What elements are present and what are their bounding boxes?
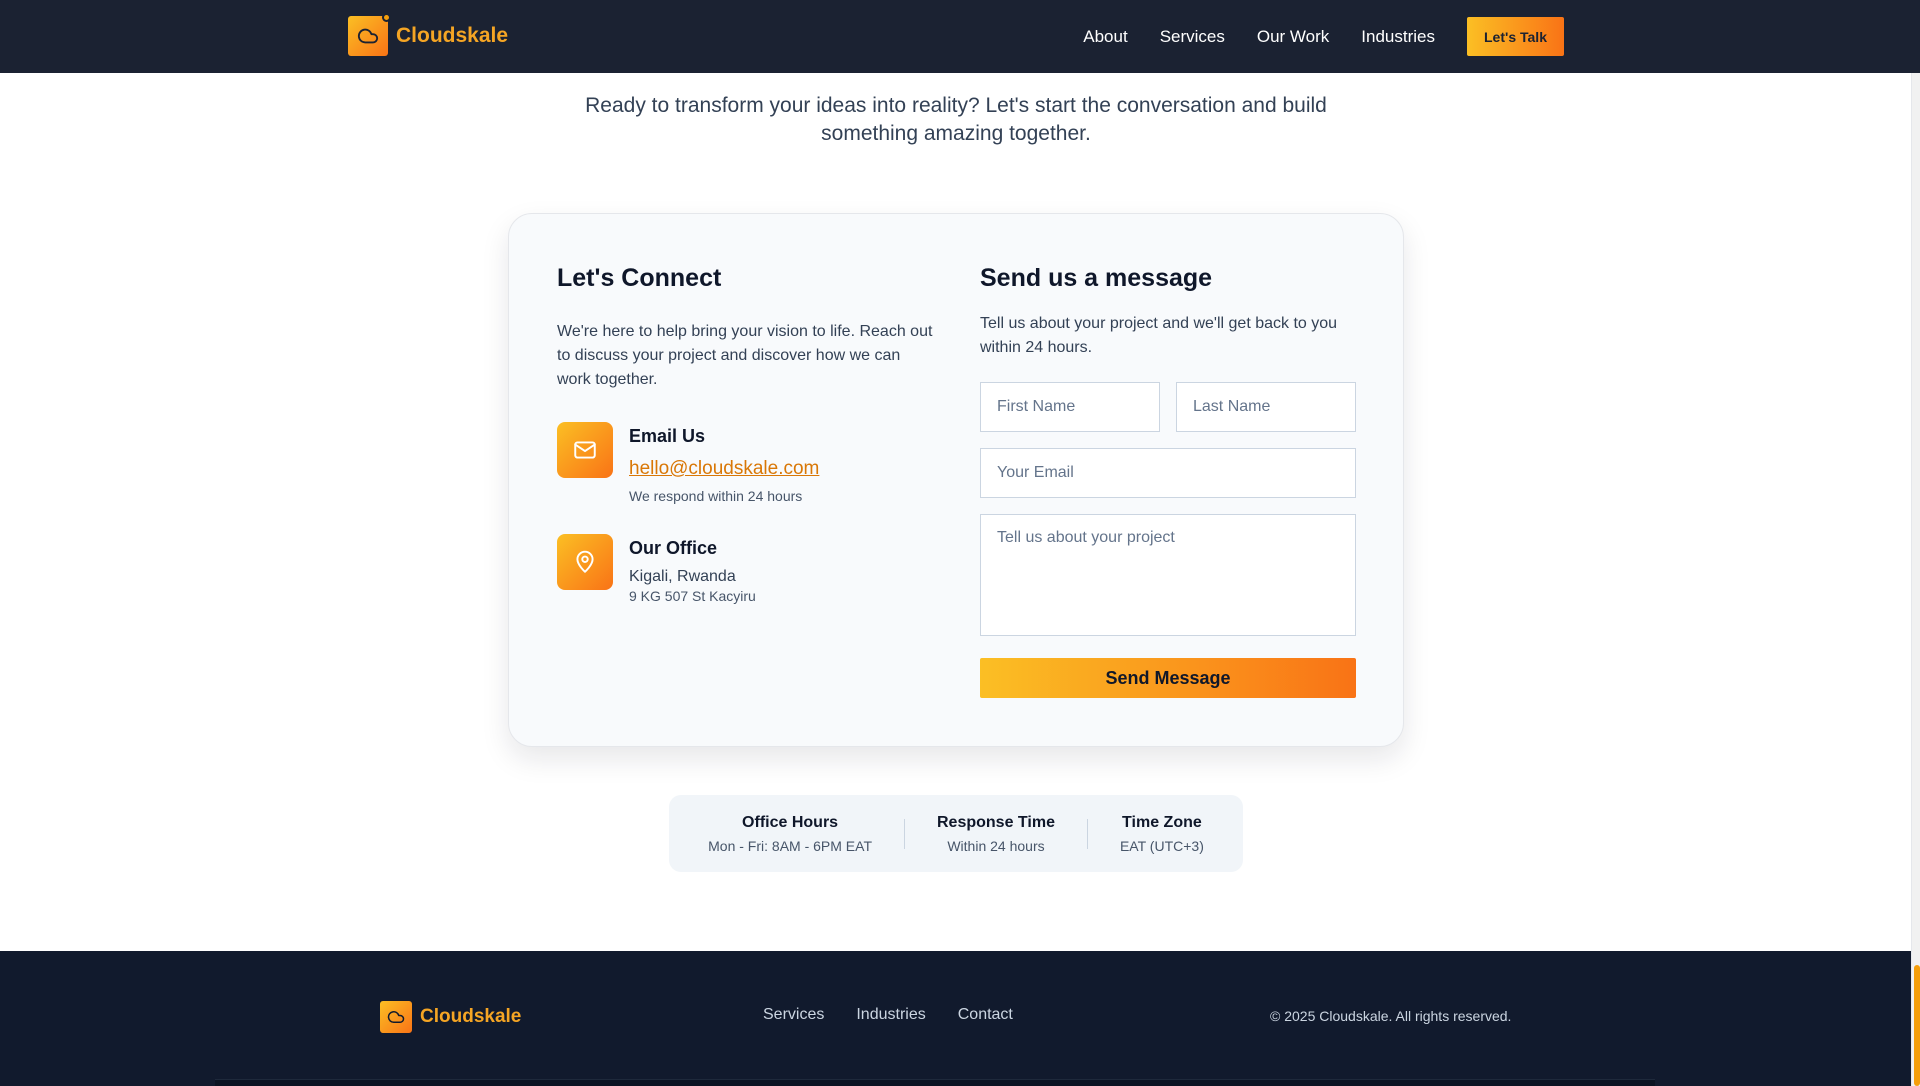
response-time-stat: Response Time Within 24 hours <box>905 814 1087 854</box>
brand-name: Cloudskale <box>396 24 509 47</box>
contact-card: Let's Connect We're here to help bring y… <box>508 213 1404 747</box>
lets-connect-description: We're here to help bring your vision to … <box>557 323 933 388</box>
time-zone-stat: Time Zone EAT (UTC+3) <box>1088 814 1236 854</box>
office-info-block: Our Office Kigali, Rwanda 9 KG 507 St Ka… <box>557 534 756 604</box>
email-info-block: Email Us hello@cloudskale.com We respond… <box>557 422 819 504</box>
nav-link-services[interactable]: Services <box>1160 27 1225 47</box>
cloud-icon <box>348 13 391 56</box>
top-navigation-bar: Cloudskale About Services Our Work Indus… <box>0 0 1920 73</box>
scrollbar-thumb[interactable] <box>1914 965 1920 1086</box>
office-city: Kigali, Rwanda <box>629 568 736 585</box>
site-footer: Cloudskale Services Industries Contact ©… <box>0 951 1911 1086</box>
footer-link-contact[interactable]: Contact <box>958 1006 1013 1024</box>
page-scrollbar[interactable] <box>1911 73 1920 1086</box>
footer-link-industries[interactable]: Industries <box>856 1006 925 1024</box>
office-hours-stat: Office Hours Mon - Fri: 8AM - 6PM EAT <box>676 814 904 854</box>
lets-talk-button[interactable]: Let's Talk <box>1467 17 1564 56</box>
brand-logo-link[interactable]: Cloudskale <box>348 13 509 56</box>
stat-title: Response Time <box>937 813 1055 831</box>
send-message-heading: Send us a message <box>980 264 1213 292</box>
email-response-note: We respond within 24 hours <box>629 488 803 504</box>
stat-value: Within 24 hours <box>947 837 1045 854</box>
project-message-textarea[interactable]: Tell us about your project <box>980 514 1356 636</box>
footer-brand-name: Cloudskale <box>420 1006 522 1027</box>
first-name-input[interactable]: First Name <box>980 382 1160 432</box>
mail-icon <box>557 422 613 478</box>
email-address-link[interactable]: hello@cloudskale.com <box>629 458 819 480</box>
nav-link-our-work[interactable]: Our Work <box>1257 27 1329 47</box>
send-message-button[interactable]: Send Message <box>980 658 1356 698</box>
intro-text: Ready to transform your ideas into reali… <box>585 94 1327 145</box>
office-street-address: 9 KG 507 St Kacyiru <box>629 588 756 604</box>
lets-connect-heading: Let's Connect <box>557 264 722 292</box>
stat-value: Mon - Fri: 8AM - 6PM EAT <box>708 837 872 854</box>
nav-link-industries[interactable]: Industries <box>1361 27 1435 47</box>
email-us-title: Email Us <box>629 426 706 446</box>
footer-link-services[interactable]: Services <box>763 1006 824 1024</box>
send-message-description: Tell us about your project and we'll get… <box>980 315 1338 356</box>
footer-nav: Services Industries Contact <box>763 1006 1013 1024</box>
nav-link-about[interactable]: About <box>1083 27 1127 47</box>
business-info-strip: Office Hours Mon - Fri: 8AM - 6PM EAT Re… <box>669 795 1243 872</box>
stat-value: EAT (UTC+3) <box>1119 837 1204 854</box>
last-name-input[interactable]: Last Name <box>1176 382 1356 432</box>
footer-brand-link[interactable]: Cloudskale <box>380 1001 521 1033</box>
copyright-text: © 2025 Cloudskale. All rights reserved. <box>1270 1008 1512 1024</box>
logo-dot <box>382 13 391 22</box>
cloud-icon <box>380 1001 412 1033</box>
our-office-title: Our Office <box>629 538 718 558</box>
email-input[interactable]: Your Email <box>980 448 1356 498</box>
stat-title: Office Hours <box>742 813 839 831</box>
footer-bottom-edge <box>215 1079 1655 1086</box>
main-nav: About Services Our Work Industries Let's… <box>1051 0 1564 73</box>
stat-title: Time Zone <box>1122 813 1202 831</box>
map-pin-icon <box>557 534 613 590</box>
